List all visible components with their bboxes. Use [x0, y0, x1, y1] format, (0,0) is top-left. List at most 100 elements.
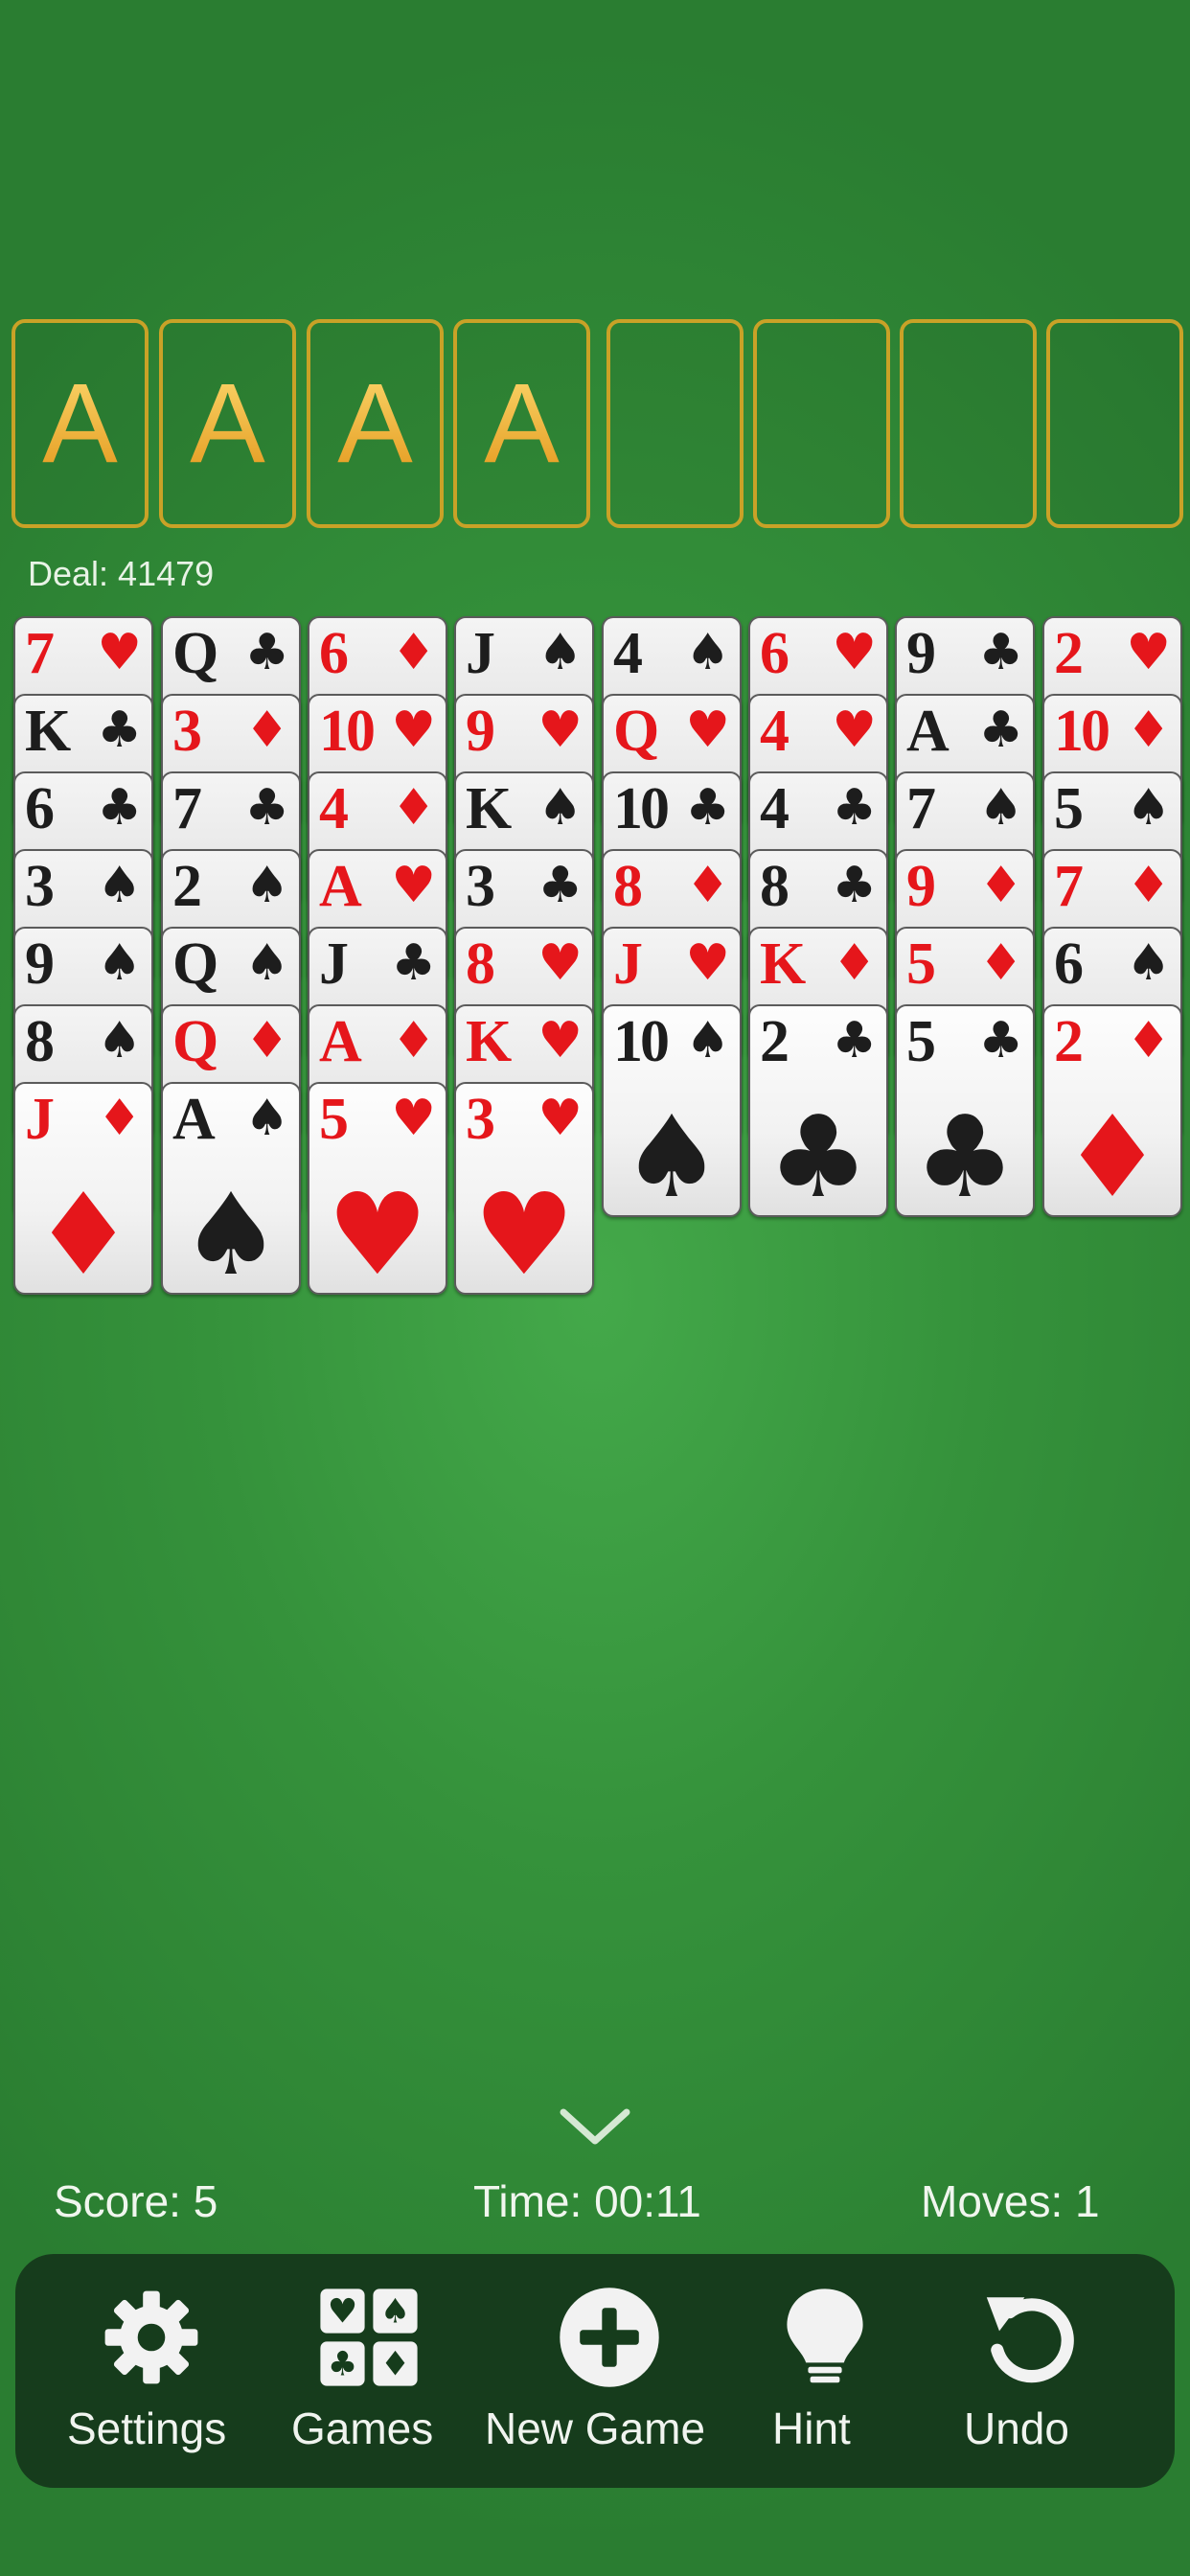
new-game-button[interactable]: New Game	[485, 2254, 734, 2488]
hearts-suit-icon: ♥	[391, 1090, 436, 1147]
card-rank: Q	[172, 932, 218, 997]
diamonds-suit-icon: ♦	[391, 624, 436, 681]
svg-text:♣: ♣	[328, 2345, 358, 2384]
card-rank: A	[319, 1009, 362, 1074]
moves-label: Moves: 1	[921, 2176, 1100, 2226]
hint-label: Hint	[772, 2404, 851, 2453]
card-rank: Q	[172, 621, 218, 686]
time-label: Time: 00:11	[473, 2176, 701, 2226]
gear-icon	[104, 2290, 198, 2384]
clubs-suit-icon: ♣	[832, 857, 877, 914]
clubs-suit-icon: ♣	[978, 702, 1023, 759]
spades-suit-icon: ♠	[1126, 934, 1171, 992]
free-cell-1[interactable]	[606, 319, 744, 528]
clubs-suit-icon: ♣	[244, 624, 289, 681]
hearts-suit-icon: ♥	[538, 702, 583, 759]
chevron-down-icon[interactable]	[558, 2104, 632, 2149]
card-rank: J	[466, 621, 495, 686]
card-rank: 3	[466, 1087, 495, 1152]
card-rank: A	[319, 854, 362, 919]
foundation-placeholder: A	[337, 360, 413, 487]
playing-card[interactable]: 10 ♠ ♠	[602, 1004, 742, 1217]
card-rank: 8	[613, 854, 643, 919]
lightbulb-icon	[787, 2288, 863, 2383]
card-rank: 3	[172, 699, 202, 764]
bottom-toolbar: Settings ♥ ♠ ♣ ♦ Games New Game Hint Und…	[15, 2254, 1175, 2488]
card-rank: 4	[760, 699, 790, 764]
foundation-slot-1[interactable]: A	[11, 319, 149, 528]
hearts-suit-large-icon: ♥	[327, 1168, 428, 1295]
card-rank: 5	[319, 1087, 349, 1152]
card-rank: 4	[760, 776, 790, 841]
free-cell-4[interactable]	[1046, 319, 1183, 528]
foundation-slot-3[interactable]: A	[307, 319, 444, 528]
spades-suit-icon: ♠	[244, 1090, 289, 1147]
diamonds-suit-icon: ♦	[978, 857, 1023, 914]
playing-card[interactable]: 5 ♣ ♣	[895, 1004, 1035, 1217]
clubs-suit-icon: ♣	[538, 857, 583, 914]
hearts-suit-icon: ♥	[832, 624, 877, 681]
spades-suit-icon: ♠	[538, 624, 583, 681]
card-rank: 8	[466, 932, 495, 997]
card-rank: 8	[760, 854, 790, 919]
spades-suit-icon: ♠	[97, 934, 142, 992]
hearts-suit-icon: ♥	[1126, 624, 1171, 681]
deal-number: Deal: 41479	[28, 554, 215, 593]
undo-icon	[986, 2297, 1074, 2383]
card-rank: 2	[760, 1009, 790, 1074]
card-rank: 9	[466, 699, 495, 764]
hearts-suit-icon: ♥	[97, 624, 142, 681]
card-suits-icon: ♥ ♠ ♣ ♦	[320, 2288, 418, 2386]
card-rank: 5	[1054, 776, 1084, 841]
free-cell-3[interactable]	[900, 319, 1037, 528]
hint-button[interactable]: Hint	[772, 2254, 878, 2488]
card-rank: 6	[1054, 932, 1084, 997]
card-rank: J	[25, 1087, 55, 1152]
hearts-suit-icon: ♥	[538, 1012, 583, 1070]
card-rank: 9	[25, 932, 55, 997]
playing-card[interactable]: A ♠ ♠	[161, 1082, 301, 1295]
foundation-slot-2[interactable]: A	[159, 319, 296, 528]
spades-suit-icon: ♠	[685, 1012, 730, 1070]
hearts-suit-icon: ♥	[391, 702, 436, 759]
card-rank: K	[466, 776, 512, 841]
card-rank: 2	[1054, 1009, 1084, 1074]
diamonds-suit-large-icon: ♦	[33, 1168, 134, 1295]
card-rank: 2	[1054, 621, 1084, 686]
clubs-suit-icon: ♣	[97, 702, 142, 759]
diamonds-suit-icon: ♦	[1126, 857, 1171, 914]
plus-circle-icon	[560, 2288, 659, 2387]
playing-card[interactable]: 5 ♥ ♥	[308, 1082, 447, 1295]
playing-card[interactable]: 2 ♣ ♣	[748, 1004, 888, 1217]
card-rank: 5	[906, 1009, 936, 1074]
foundation-placeholder: A	[190, 360, 265, 487]
spades-suit-icon: ♠	[685, 624, 730, 681]
playing-card[interactable]: 3 ♥ ♥	[454, 1082, 594, 1295]
diamonds-suit-icon: ♦	[391, 1012, 436, 1070]
undo-button[interactable]: Undo	[964, 2254, 1098, 2488]
card-rank: 7	[1054, 854, 1084, 919]
card-rank: 6	[25, 776, 55, 841]
games-button[interactable]: ♥ ♠ ♣ ♦ Games	[291, 2254, 446, 2488]
free-cell-2[interactable]	[753, 319, 890, 528]
settings-button[interactable]: Settings	[67, 2254, 236, 2488]
hearts-suit-icon: ♥	[538, 934, 583, 992]
games-label: Games	[291, 2404, 434, 2453]
playing-card[interactable]: 2 ♦ ♦	[1042, 1004, 1182, 1217]
card-rank: A	[906, 699, 950, 764]
clubs-suit-icon: ♣	[685, 779, 730, 837]
card-rank: K	[25, 699, 71, 764]
clubs-suit-icon: ♣	[978, 1012, 1023, 1070]
spades-suit-icon: ♠	[538, 779, 583, 837]
hearts-suit-icon: ♥	[391, 857, 436, 914]
card-rank: 10	[1054, 699, 1110, 764]
foundation-slot-4[interactable]: A	[453, 319, 590, 528]
diamonds-suit-icon: ♦	[244, 702, 289, 759]
card-rank: 6	[760, 621, 790, 686]
card-rank: 2	[172, 854, 202, 919]
card-rank: 7	[25, 621, 55, 686]
clubs-suit-large-icon: ♣	[914, 1091, 1016, 1217]
playing-card[interactable]: J ♦ ♦	[13, 1082, 153, 1295]
card-rank: 9	[906, 621, 936, 686]
spades-suit-icon: ♠	[97, 1012, 142, 1070]
